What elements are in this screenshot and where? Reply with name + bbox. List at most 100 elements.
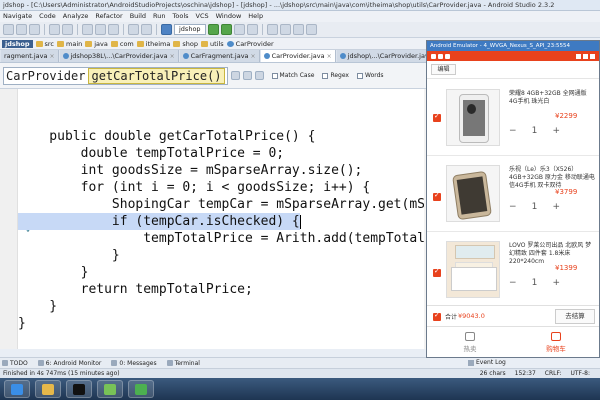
cart-item[interactable]: 乐视（Le）乐3（X526）4GB+32GB 原力金 移动联通电信4G手机 双卡…: [427, 156, 599, 232]
taskbar-app-terminal[interactable]: [66, 380, 92, 398]
run-icon[interactable]: [207, 24, 219, 35]
item-checkbox[interactable]: [433, 267, 441, 277]
menu-help[interactable]: Help: [248, 11, 263, 22]
edit-button[interactable]: 编辑: [431, 64, 456, 75]
breadcrumb-item[interactable]: src: [35, 40, 54, 48]
match-case-checkbox[interactable]: Match Case: [271, 72, 314, 79]
stop-icon[interactable]: [246, 24, 258, 35]
copy-icon[interactable]: [95, 24, 106, 35]
breadcrumb-item[interactable]: main: [57, 40, 82, 48]
menu-tools[interactable]: Tools: [173, 11, 189, 22]
code-line[interactable]: return tempTotalPrice;: [18, 281, 430, 298]
save-icon[interactable]: [16, 24, 27, 35]
replace-icon[interactable]: [141, 24, 152, 35]
regex-checkbox[interactable]: Regex: [322, 72, 349, 79]
breadcrumb-item[interactable]: com: [110, 40, 134, 48]
debug-icon[interactable]: [220, 24, 232, 35]
breadcrumb-item[interactable]: utils: [200, 40, 224, 48]
next-occurrence-icon[interactable]: [242, 71, 252, 80]
decrease-button[interactable]: −: [509, 278, 517, 288]
item-checkbox[interactable]: [433, 191, 441, 201]
code-line[interactable]: ShopingCar tempCar = mSparseArray.get(mS: [18, 196, 430, 213]
menu-run[interactable]: Run: [153, 11, 165, 22]
attach-debugger-icon[interactable]: [233, 24, 245, 35]
code-line[interactable]: }: [18, 315, 430, 332]
code-line[interactable]: }: [18, 264, 430, 281]
editor-tab-active[interactable]: CarProvider.java ×: [260, 50, 336, 62]
menu-window[interactable]: Window: [216, 11, 242, 22]
help-icon[interactable]: [305, 24, 317, 35]
code-line[interactable]: }: [18, 298, 430, 315]
event-log-button[interactable]: Event Log: [468, 359, 506, 366]
code-editor[interactable]: 💡 public double getCarTotalPrice() { dou…: [0, 89, 430, 349]
close-icon[interactable]: ×: [327, 53, 332, 60]
breadcrumb-item[interactable]: java: [85, 40, 108, 48]
messages-tool-button[interactable]: 0: Messages: [111, 360, 157, 367]
paste-icon[interactable]: [108, 24, 119, 35]
checkout-button[interactable]: 去结算: [555, 309, 595, 324]
start-button[interactable]: [4, 380, 30, 398]
code-line[interactable]: double tempTotalPrice = 0;: [18, 145, 430, 162]
increase-button[interactable]: +: [553, 278, 561, 288]
code-line[interactable]: int goodsSize = mSparseArray.size();: [18, 162, 430, 179]
product-name[interactable]: 乐视（Le）乐3（X526）4GB+32GB 原力金 移动联通电信4G手机 双卡…: [509, 166, 595, 190]
product-image[interactable]: [446, 165, 500, 222]
code-line[interactable]: tempTotalPrice = Arith.add(tempTotal: [18, 230, 430, 247]
open-icon[interactable]: [3, 24, 14, 35]
sync-icon[interactable]: [29, 24, 40, 35]
breadcrumb-item[interactable]: CarProvider: [226, 40, 274, 48]
code-line-selected[interactable]: if (tempCar.isChecked) {: [18, 213, 430, 230]
menu-vcs[interactable]: VCS: [196, 11, 209, 22]
menu-analyze[interactable]: Analyze: [63, 11, 89, 22]
search-input[interactable]: CarProvider getCarTotalPrice(): [3, 66, 228, 85]
nav-cart[interactable]: 购物车: [513, 327, 599, 357]
words-checkbox[interactable]: Words: [356, 72, 384, 79]
close-icon[interactable]: ×: [49, 53, 54, 60]
code-line[interactable]: public double getCarTotalPrice() {: [18, 128, 430, 145]
code-line[interactable]: }: [18, 247, 430, 264]
decrease-button[interactable]: −: [509, 202, 517, 212]
editor-tab[interactable]: jdshop38L\...\CarProvider.java ×: [59, 50, 179, 62]
product-image[interactable]: [446, 89, 500, 146]
close-icon[interactable]: ×: [251, 53, 256, 60]
previous-occurrence-icon[interactable]: [230, 71, 240, 80]
item-checkbox[interactable]: [433, 112, 441, 122]
nav-hot[interactable]: 热卖: [427, 327, 513, 357]
breadcrumb-item-project[interactable]: jdshop: [2, 39, 33, 48]
product-name[interactable]: LOVO 罗莱公司出品 北欧风 梦幻精致 四件套 1.8米床 220*240cm: [509, 242, 595, 266]
decrease-button[interactable]: −: [509, 126, 517, 136]
find-icon[interactable]: [128, 24, 139, 35]
run-config-select[interactable]: jdshop: [174, 24, 206, 35]
menu-navigate[interactable]: Navigate: [3, 11, 32, 22]
sdk-manager-icon[interactable]: [266, 24, 278, 35]
taskbar-app-android-studio[interactable]: [97, 380, 123, 398]
cart-item[interactable]: 荣耀8 4GB+32GB 全网通版 4G手机 珠光白 ¥2299 − 1 +: [427, 80, 599, 156]
android-device-icon[interactable]: [292, 24, 304, 35]
menu-build[interactable]: Build: [130, 11, 146, 22]
taskbar-app-explorer[interactable]: [35, 380, 61, 398]
select-all-checkbox[interactable]: [433, 311, 441, 321]
taskbar-app-emulator[interactable]: [128, 380, 154, 398]
cut-icon[interactable]: [82, 24, 93, 35]
product-name[interactable]: 荣耀8 4GB+32GB 全网通版 4G手机 珠光白: [509, 90, 595, 106]
menu-code[interactable]: Code: [39, 11, 56, 22]
avd-manager-icon[interactable]: [279, 24, 291, 35]
breadcrumb-item[interactable]: shop: [173, 40, 198, 48]
increase-button[interactable]: +: [553, 202, 561, 212]
editor-tab[interactable]: CarFragment.java ×: [179, 50, 260, 62]
find-all-icon[interactable]: [254, 71, 264, 80]
undo-icon[interactable]: [49, 24, 60, 35]
code-area[interactable]: public double getCarTotalPrice() { doubl…: [18, 128, 430, 332]
product-image[interactable]: [446, 241, 500, 298]
redo-icon[interactable]: [62, 24, 73, 35]
android-monitor-tool-button[interactable]: 6: Android Monitor: [37, 360, 101, 367]
editor-tab[interactable]: ragment.java ×: [1, 50, 59, 62]
breadcrumb-item[interactable]: itheima: [136, 40, 170, 48]
menu-refactor[interactable]: Refactor: [95, 11, 122, 22]
code-line[interactable]: for (int i = 0; i < goodsSize; i++) {: [18, 179, 430, 196]
terminal-tool-button[interactable]: Terminal: [166, 360, 200, 367]
editor-gutter[interactable]: [0, 89, 18, 349]
close-icon[interactable]: ×: [170, 53, 175, 60]
make-project-icon[interactable]: [161, 24, 172, 35]
todo-tool-button[interactable]: TODO: [2, 360, 28, 367]
